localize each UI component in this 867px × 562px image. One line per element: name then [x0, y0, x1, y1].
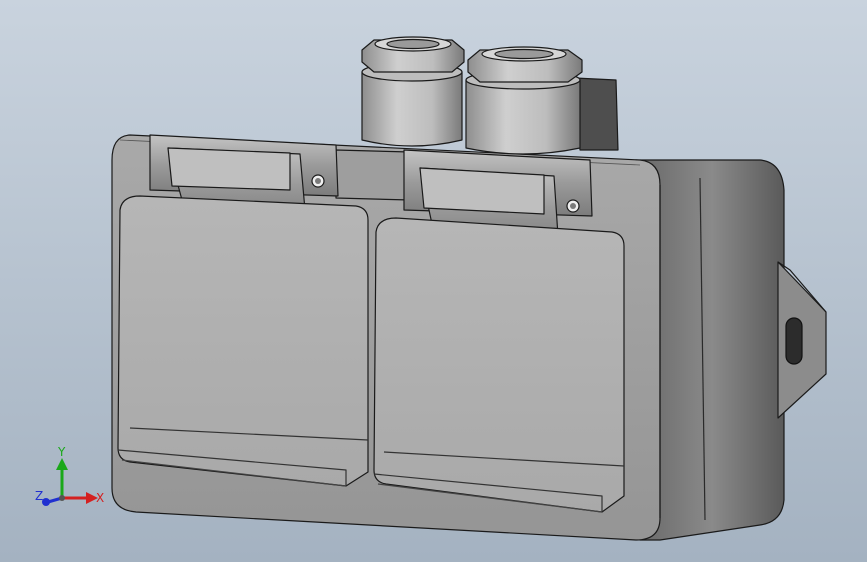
y-axis-label: Y [57, 445, 66, 459]
cable-gland-left[interactable] [361, 36, 465, 147]
enclosure-side-face [639, 159, 785, 541]
lid-panel-right[interactable] [373, 217, 625, 513]
cable-gland-right[interactable] [465, 46, 583, 155]
socket-cover-left[interactable] [117, 134, 369, 487]
triad-origin [59, 495, 65, 501]
rear-housing [574, 77, 619, 151]
z-axis-label: Z [35, 489, 43, 503]
model-view-canvas[interactable]: Y X Z [0, 0, 867, 562]
x-axis-label: X [96, 491, 104, 505]
socket-cover-right[interactable] [373, 149, 625, 513]
mounting-slot [785, 317, 803, 365]
center-divider-block [335, 149, 411, 201]
cad-viewport[interactable]: Y X Z [0, 0, 867, 562]
lid-panel-left[interactable] [117, 195, 369, 487]
